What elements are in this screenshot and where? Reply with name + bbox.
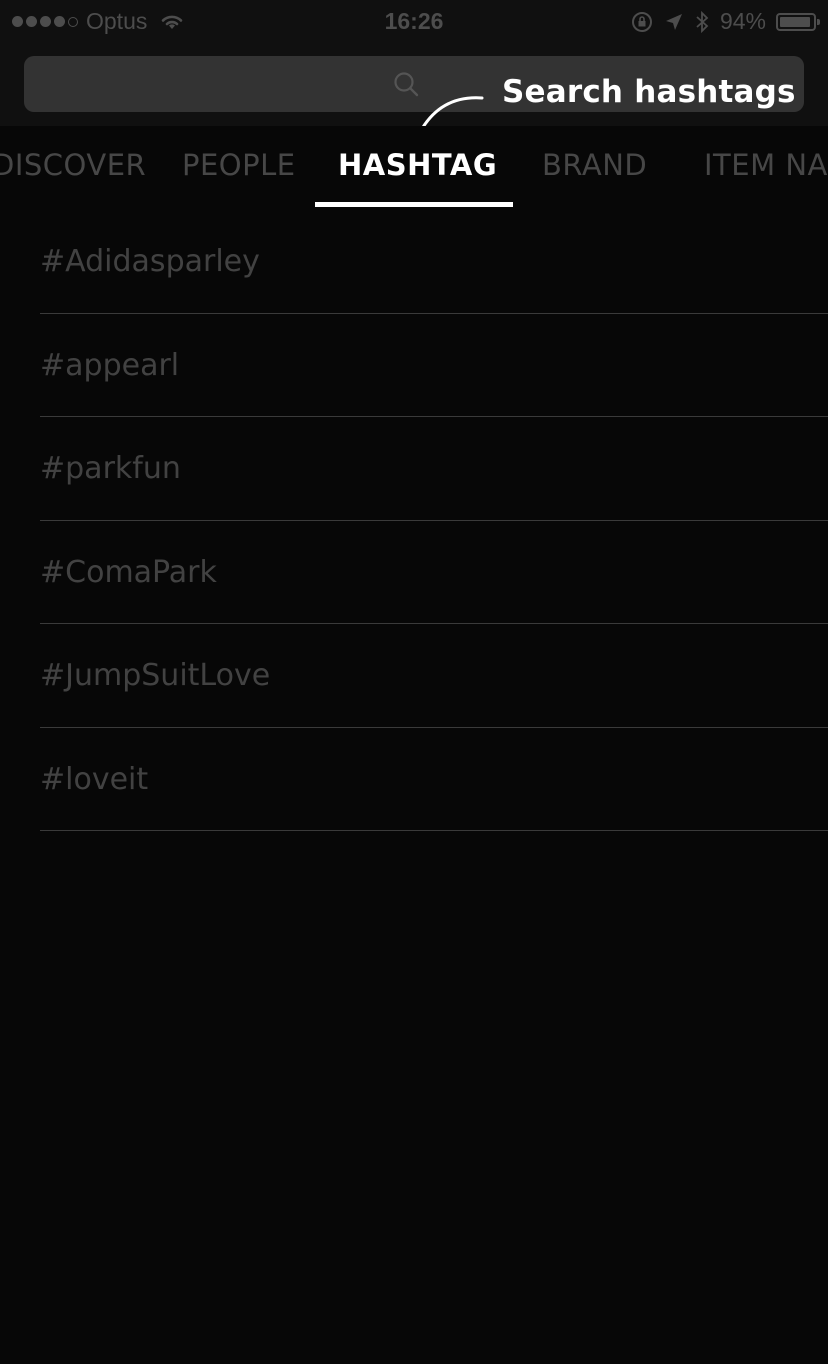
annotation-label: Search hashtags — [502, 74, 796, 110]
hashtag-label: #ComaPark — [40, 554, 217, 590]
hashtag-list: #Adidasparley #appearl #parkfun #ComaPar… — [0, 210, 828, 831]
tab-people[interactable]: PEOPLE — [182, 148, 296, 182]
active-tab-indicator — [315, 202, 513, 207]
bluetooth-icon — [696, 10, 709, 33]
battery-percent: 94% — [719, 8, 766, 34]
hashtag-list-item[interactable]: #appearl — [40, 314, 828, 417]
hashtag-list-item[interactable]: #loveit — [40, 728, 828, 831]
hashtag-label: #JumpSuitLove — [40, 658, 271, 693]
tab-discover[interactable]: DISCOVER — [0, 148, 146, 182]
hashtag-label: #appearl — [40, 347, 180, 383]
hashtag-list-item[interactable]: #parkfun — [40, 417, 828, 521]
status-bar: Optus 16:26 94% — [0, 0, 828, 42]
tab-item-name[interactable]: ITEM NA — [704, 148, 828, 182]
hashtag-list-item[interactable]: #JumpSuitLove — [40, 624, 828, 728]
battery-tip — [817, 18, 820, 25]
battery-icon — [776, 12, 820, 31]
location-arrow-icon — [665, 13, 682, 30]
rotation-lock-icon — [631, 11, 652, 32]
hashtag-list-item[interactable]: #ComaPark — [40, 521, 828, 624]
hashtag-label: #Adidasparley — [40, 244, 260, 279]
hashtag-label: #parkfun — [40, 451, 181, 486]
battery-fill — [780, 16, 811, 27]
tab-hashtag[interactable]: HASHTAG — [338, 148, 497, 182]
status-right: 94% — [630, 8, 820, 35]
hashtag-label: #loveit — [40, 761, 149, 797]
tab-brand[interactable]: BRAND — [542, 148, 647, 182]
tab-bar: DISCOVER PEOPLE HASHTAG BRAND ITEM NA — [0, 126, 828, 210]
hashtag-list-item[interactable]: #Adidasparley — [40, 210, 828, 314]
